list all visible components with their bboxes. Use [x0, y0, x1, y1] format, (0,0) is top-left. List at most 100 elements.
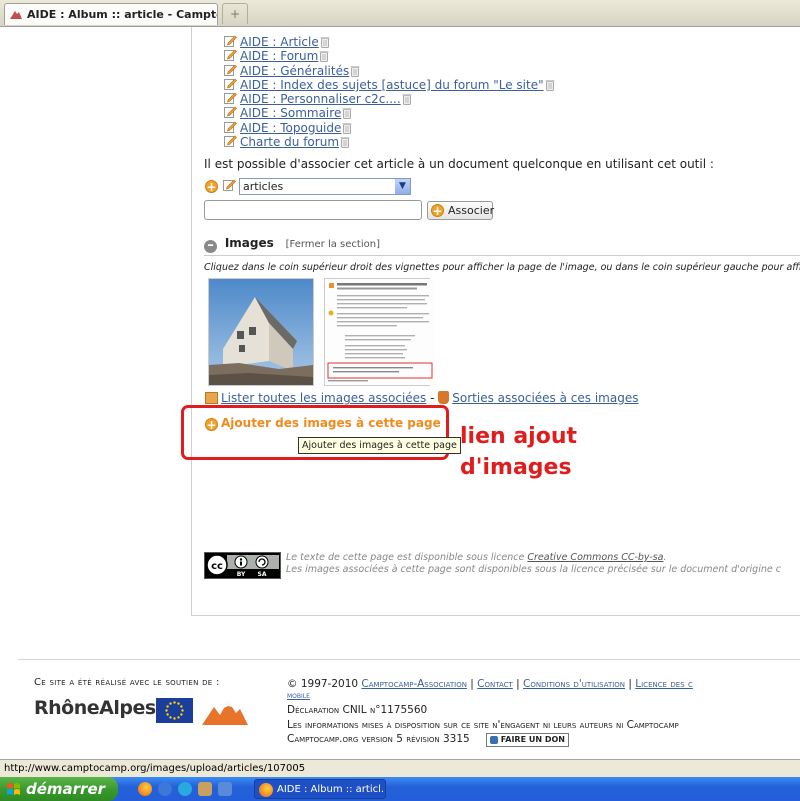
page-edit-icon: [224, 135, 237, 148]
images-section-title: Images: [224, 236, 274, 250]
add-images-link[interactable]: + Ajouter des images à cette page: [205, 416, 441, 432]
association-link[interactable]: Camptocamp-Association: [361, 678, 467, 690]
contact-link[interactable]: Contact: [477, 678, 513, 690]
image-links-row: Lister toutes les images associées - Sor…: [205, 391, 638, 405]
aide-link[interactable]: Charte du forum: [240, 135, 339, 149]
cnil-text: Déclaration CNIL n°1175560: [287, 704, 428, 716]
annotation-line-2: d'images: [460, 455, 572, 480]
cc-by-sa-icon: cc BY SA: [205, 553, 280, 578]
trash-icon[interactable]: [545, 79, 555, 91]
add-images-tooltip: Ajouter des images à cette page: [298, 437, 461, 454]
images-section-header: – Images [Fermer la section]: [204, 236, 380, 253]
start-label: démarrer: [26, 780, 106, 798]
image-thumbnail-hut[interactable]: [208, 278, 314, 386]
browser-tab-bar: AIDE : Album :: article - Camptocamp... …: [0, 0, 800, 27]
license-text: Le texte de cette page est disponible so…: [286, 552, 781, 576]
aide-link[interactable]: AIDE : Forum: [240, 49, 318, 63]
plus-icon[interactable]: +: [205, 180, 218, 194]
aide-link[interactable]: AIDE : Article: [240, 35, 319, 49]
mountain-icon: [202, 701, 248, 725]
association-text: Il est possible d'associer cet article à…: [204, 157, 714, 171]
plus-icon: +: [431, 204, 444, 218]
trash-icon[interactable]: [320, 36, 330, 48]
page-edit-icon: [224, 106, 237, 119]
trash-icon[interactable]: [319, 50, 329, 63]
associated-outings-link[interactable]: Sorties associées à ces images: [452, 391, 638, 405]
new-tab-button[interactable]: +: [222, 3, 248, 24]
footer-sep: |: [466, 678, 478, 690]
rhonealpes-logo[interactable]: RhôneAlpes: [34, 697, 156, 719]
footer-sep: |: [512, 678, 524, 690]
license-prefix: Le texte de cette page est disponible so…: [286, 552, 528, 563]
aide-link-row: AIDE : Index des sujets [astuce] du foru…: [224, 78, 555, 92]
aide-links-list: AIDE : Article AIDE : Forum AIDE : Général…: [224, 35, 555, 149]
page-edit-icon: [224, 78, 237, 90]
browser-quicklaunch-icon[interactable]: [218, 782, 232, 796]
creative-commons-link[interactable]: Creative Commons CC-by-sa: [527, 552, 663, 563]
disclaimer-text: Les informations mises à disposition sur…: [287, 718, 679, 731]
conditions-link[interactable]: Conditions d'utilisation: [523, 678, 625, 690]
licence-link[interactable]: Licence des c: [635, 678, 693, 690]
association-search-input[interactable]: [204, 200, 422, 220]
firefox-quicklaunch-icon[interactable]: [138, 782, 152, 796]
aide-link[interactable]: AIDE : Généralités: [240, 64, 349, 78]
trash-icon[interactable]: [402, 93, 412, 106]
page-edit-icon: [224, 92, 237, 105]
aide-link[interactable]: AIDE : Topoguide: [240, 121, 341, 135]
svg-text:cc: cc: [211, 561, 223, 572]
aide-link-row: AIDE : Topoguide: [224, 121, 555, 135]
chevron-down-icon[interactable]: ▼: [395, 179, 410, 194]
minus-icon[interactable]: –: [204, 239, 217, 253]
associate-button-label: Associer: [448, 204, 495, 217]
license-suffix: .: [663, 552, 667, 563]
page-edit-icon: [224, 35, 237, 47]
browser-tab[interactable]: AIDE : Album :: article - Camptocamp...: [4, 3, 218, 25]
version-text: Camptocamp.org version 5 révision 3315: [287, 733, 470, 745]
outing-icon: [438, 391, 450, 404]
firefox-icon: [259, 783, 273, 797]
skype-icon[interactable]: [178, 782, 192, 796]
footer-info: © 1997-2010 Camptocamp-Association | Con…: [287, 677, 693, 747]
trash-icon[interactable]: [342, 107, 352, 120]
taskbar-window-label: AIDE : Album :: articl...: [277, 784, 386, 795]
license-line-2: Les images associées à cette page sont d…: [286, 564, 781, 575]
taskbar-window-button[interactable]: AIDE : Album :: articl...: [254, 779, 386, 799]
link-separator: -: [426, 391, 439, 405]
camptocamp-mountain-logo[interactable]: [202, 697, 248, 725]
associate-button[interactable]: + Associer: [427, 201, 495, 220]
camptocamp-favicon-icon: [10, 11, 22, 19]
trash-icon[interactable]: [350, 65, 360, 77]
list-images-link[interactable]: Lister toutes les images associées: [221, 391, 426, 405]
aide-link[interactable]: AIDE : Sommaire: [240, 106, 341, 120]
start-button[interactable]: démarrer: [0, 777, 118, 801]
aide-link-row: AIDE : Forum: [224, 49, 555, 63]
footer-divider: [18, 659, 800, 660]
aide-link[interactable]: AIDE : Personnaliser c2c....: [240, 92, 401, 106]
app-quicklaunch-icon[interactable]: [198, 782, 212, 796]
mobile-link[interactable]: mobile: [287, 691, 310, 701]
aide-link-row: AIDE : Article: [224, 35, 555, 49]
eu-stars-icon: [165, 701, 184, 720]
aide-link-row: AIDE : Personnaliser c2c....: [224, 92, 555, 106]
close-section-link[interactable]: [Fermer la section]: [286, 239, 380, 250]
windows-taskbar: démarrer AIDE : Album :: articl...: [0, 777, 800, 801]
donate-button[interactable]: FAIRE UN DON: [485, 733, 569, 747]
trash-icon[interactable]: [340, 136, 350, 149]
creative-commons-badge[interactable]: cc BY SA: [204, 552, 281, 579]
tab-title: AIDE : Album :: article - Camptocamp...: [27, 8, 217, 21]
document-type-select[interactable]: articles ▼: [239, 178, 411, 195]
footer-sep: |: [625, 678, 636, 690]
eu-flag-logo[interactable]: [156, 698, 193, 723]
document-screenshot: [325, 279, 435, 385]
select-value: articles: [243, 180, 284, 193]
add-images-label: Ajouter des images à cette page: [221, 416, 441, 430]
images-hint-text: Cliquez dans le coin supérieur droit des…: [204, 262, 800, 273]
annotation-line-1: lien ajout: [460, 424, 578, 449]
trash-icon[interactable]: [342, 122, 352, 134]
page-edit-icon: [224, 49, 237, 62]
page-edit-icon: [224, 121, 237, 133]
media-player-icon[interactable]: [158, 782, 172, 796]
aide-link[interactable]: AIDE : Index des sujets [astuce] du foru…: [240, 78, 544, 92]
aide-link-row: AIDE : Sommaire: [224, 106, 555, 120]
image-thumbnail-document[interactable]: [324, 278, 435, 386]
